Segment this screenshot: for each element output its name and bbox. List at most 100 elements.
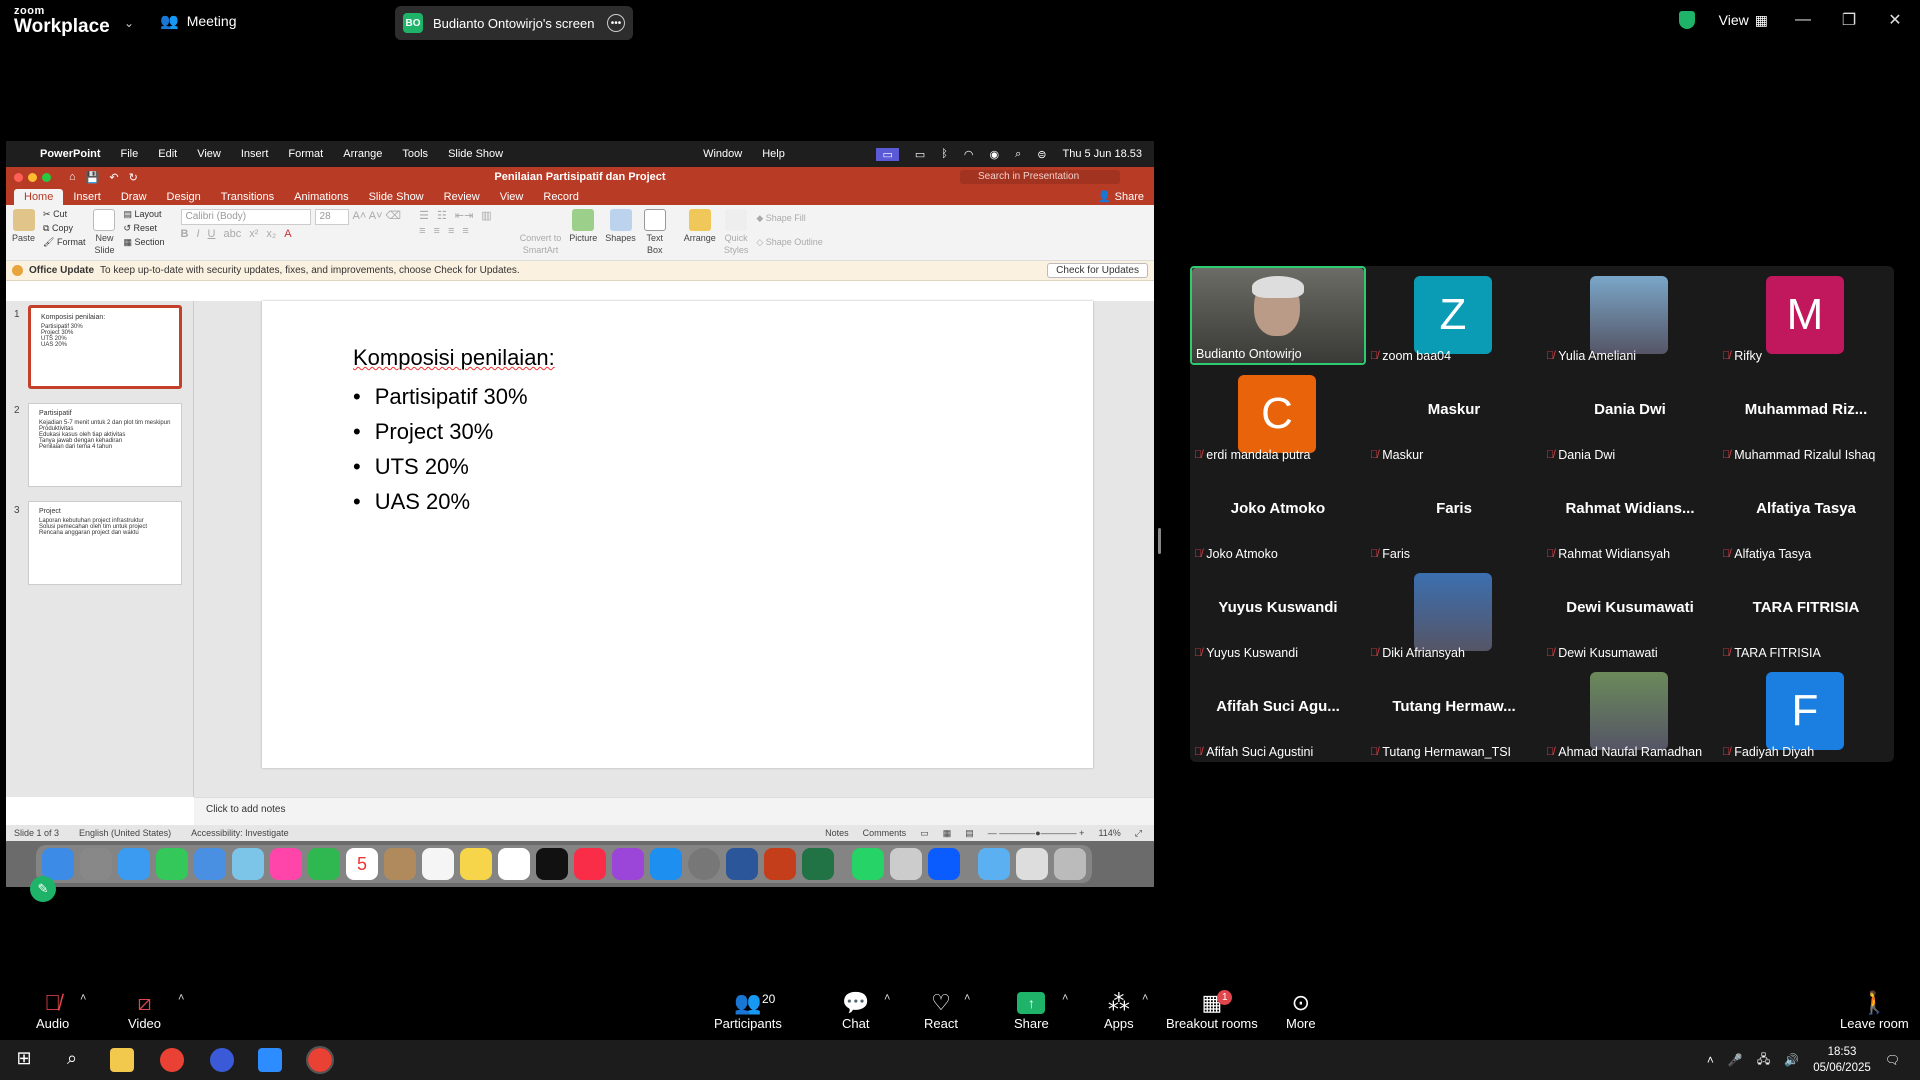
menu-view[interactable]: View xyxy=(197,148,221,160)
downloads-folder-icon[interactable] xyxy=(978,848,1010,880)
notes-pane[interactable]: Click to add notes xyxy=(194,797,1154,825)
slide-title[interactable]: Komposisi penilaian: xyxy=(353,345,555,371)
messages-icon[interactable] xyxy=(156,848,188,880)
participant-tile[interactable]: Z 🎙̸ zoom baa04 xyxy=(1366,266,1542,365)
video-button[interactable]: ⧄ Video xyxy=(128,990,161,1031)
screen-share-pill[interactable]: BO Budianto Ontowirjo's screen ••• xyxy=(395,6,633,40)
view-button[interactable]: View ▦ xyxy=(1719,12,1768,29)
shapes-button[interactable]: Shapes xyxy=(605,209,636,243)
launchpad-icon[interactable] xyxy=(80,848,112,880)
participant-tile[interactable]: Dewi Kusumawati 🎙̸ Dewi Kusumawati xyxy=(1542,563,1718,662)
tab-draw[interactable]: Draw xyxy=(111,189,157,205)
tab-animations[interactable]: Animations xyxy=(284,189,358,205)
participant-tile[interactable]: C 🎙̸ erdi mandala putra xyxy=(1190,365,1366,464)
apple-tv-icon[interactable] xyxy=(536,848,568,880)
font-size-arrows-icon[interactable]: A˄ A˅ ⌫ xyxy=(353,209,402,225)
zoom-app-icon[interactable] xyxy=(928,848,960,880)
menu-slide-show[interactable]: Slide Show xyxy=(448,148,503,160)
menu-window[interactable]: Window xyxy=(703,148,742,160)
participant-tile[interactable]: 🎙̸ Ahmad Naufal Ramadhan xyxy=(1542,662,1718,761)
annotate-pen-icon[interactable]: ✎ xyxy=(30,876,56,902)
participant-tile[interactable]: Afifah Suci Agu... 🎙̸ Afifah Suci Agustini xyxy=(1190,662,1366,761)
ppt-share-button[interactable]: 👤 Share xyxy=(1098,190,1144,205)
powerpoint-icon[interactable] xyxy=(764,848,796,880)
notes-toggle[interactable]: Notes xyxy=(825,828,849,839)
slide-thumbnail-2[interactable]: Partisipatif Kejadian 5-7 menit untuk 2 … xyxy=(28,403,182,487)
chat-caret-icon[interactable]: ˄ xyxy=(884,992,890,1004)
shape-outline-button[interactable]: ◇ Shape Outline xyxy=(756,237,822,248)
menu-help[interactable]: Help xyxy=(762,148,785,160)
participant-tile[interactable]: Maskur 🎙̸ Maskur xyxy=(1366,365,1542,464)
chrome-icon[interactable] xyxy=(160,1048,184,1072)
tab-review[interactable]: Review xyxy=(434,189,490,205)
participant-tile[interactable]: 🎙̸ Diki Afriansyah xyxy=(1366,563,1542,662)
facetime-icon[interactable] xyxy=(308,848,340,880)
screen-mirror-icon[interactable]: ▭ xyxy=(876,147,899,161)
check-for-updates-button[interactable]: Check for Updates xyxy=(1047,263,1148,278)
slide-bullet-list[interactable]: Partisipatif 30% Project 30% UTS 20% UAS… xyxy=(353,379,528,519)
audio-button[interactable]: 🎙̸ Audio xyxy=(36,990,69,1031)
notifications-icon[interactable]: 🗨 xyxy=(1885,1053,1900,1067)
presentation-search[interactable]: Search in Presentation xyxy=(960,170,1120,184)
share-caret-icon[interactable]: ˄ xyxy=(1062,992,1068,1004)
mail-icon[interactable] xyxy=(194,848,226,880)
participant-tile[interactable]: Joko Atmoko 🎙̸ Joko Atmoko xyxy=(1190,464,1366,563)
sorter-view-icon[interactable]: ▦ xyxy=(943,828,952,839)
align-center-icon[interactable]: ≡ xyxy=(434,225,440,237)
font-name-select[interactable]: Calibri (Body) xyxy=(180,209,311,225)
participant-tile[interactable]: F 🎙̸ Fadiyah Diyah xyxy=(1718,662,1894,761)
convert-smartart-button[interactable]: Convert to SmartArt xyxy=(520,209,562,255)
close-icon[interactable]: ✕ xyxy=(1884,10,1906,30)
menu-edit[interactable]: Edit xyxy=(158,148,177,160)
participant-tile[interactable]: M 🎙̸ Rifky xyxy=(1718,266,1894,365)
file-explorer-icon[interactable] xyxy=(110,1048,134,1072)
finder-icon[interactable] xyxy=(42,848,74,880)
menu-format[interactable]: Format xyxy=(288,148,323,160)
paste-button[interactable]: Paste xyxy=(12,209,35,243)
photos-icon[interactable] xyxy=(270,848,302,880)
restore-icon[interactable]: ❐ xyxy=(1838,10,1860,30)
taskbar-app-icon[interactable] xyxy=(210,1048,234,1072)
cut-button[interactable]: ✂ Cut xyxy=(43,209,85,220)
section-button[interactable]: ▦ Section xyxy=(123,237,164,248)
italic-icon[interactable]: I xyxy=(196,228,199,240)
tab-slide-show[interactable]: Slide Show xyxy=(359,189,434,205)
participant-tile[interactable]: 🎙̸ Yulia Ameliani xyxy=(1542,266,1718,365)
share-button[interactable]: ↑ Share xyxy=(1014,990,1049,1031)
network-icon[interactable]: 🖧 xyxy=(1757,1050,1770,1071)
bullets-icon[interactable]: ☰ xyxy=(419,209,429,222)
zoom-taskbar-icon[interactable] xyxy=(258,1048,282,1072)
safari-icon[interactable] xyxy=(118,848,150,880)
workplace-chevron-down-icon[interactable]: ⌄ xyxy=(124,16,134,30)
fit-slide-icon[interactable]: ⤢ xyxy=(1135,828,1142,839)
textbox-button[interactable]: Text Box xyxy=(643,209,666,255)
participant-tile[interactable]: Budianto Ontowirjo xyxy=(1190,266,1366,365)
participant-tile[interactable]: Muhammad Riz... 🎙̸ Muhammad Rizalul Ishaq xyxy=(1718,365,1894,464)
language-status[interactable]: English (United States) xyxy=(79,828,171,838)
more-options-icon[interactable]: ••• xyxy=(607,14,625,32)
align-right-icon[interactable]: ≡ xyxy=(448,225,454,237)
zoom-slider[interactable]: — ————●———— + xyxy=(988,828,1085,839)
normal-view-icon[interactable]: ▭ xyxy=(920,828,929,839)
apps-button[interactable]: ⁂ Apps xyxy=(1104,990,1134,1031)
participant-tile[interactable]: Yuyus Kuswandi 🎙̸ Yuyus Kuswandi xyxy=(1190,563,1366,662)
tab-design[interactable]: Design xyxy=(157,189,211,205)
meeting-button[interactable]: 👥 Meeting xyxy=(160,12,237,30)
strike-icon[interactable]: abc xyxy=(223,228,241,240)
maps-icon[interactable] xyxy=(232,848,264,880)
tab-home[interactable]: Home xyxy=(14,189,64,205)
taskbar-clock[interactable]: 18:53 05/06/2025 xyxy=(1813,1044,1871,1076)
windows-start-icon[interactable]: ⊞ xyxy=(12,1048,36,1072)
arrange-button[interactable]: Arrange xyxy=(684,209,716,243)
tab-transitions[interactable]: Transitions xyxy=(211,189,284,205)
search-icon[interactable]: ⌕ xyxy=(60,1048,84,1072)
excel-icon[interactable] xyxy=(802,848,834,880)
tray-overflow-icon[interactable]: ˄ xyxy=(1707,1053,1714,1067)
numbering-icon[interactable]: ☷ xyxy=(437,209,447,222)
indent-icon[interactable]: ⇤⇥ xyxy=(455,209,473,222)
podcasts-icon[interactable] xyxy=(612,848,644,880)
participants-button[interactable]: 👥 Participants xyxy=(714,990,782,1031)
new-slide-button[interactable]: New Slide xyxy=(93,209,116,255)
reading-view-icon[interactable]: ▤ xyxy=(965,828,974,839)
more-button[interactable]: ⊙ More xyxy=(1286,990,1316,1031)
